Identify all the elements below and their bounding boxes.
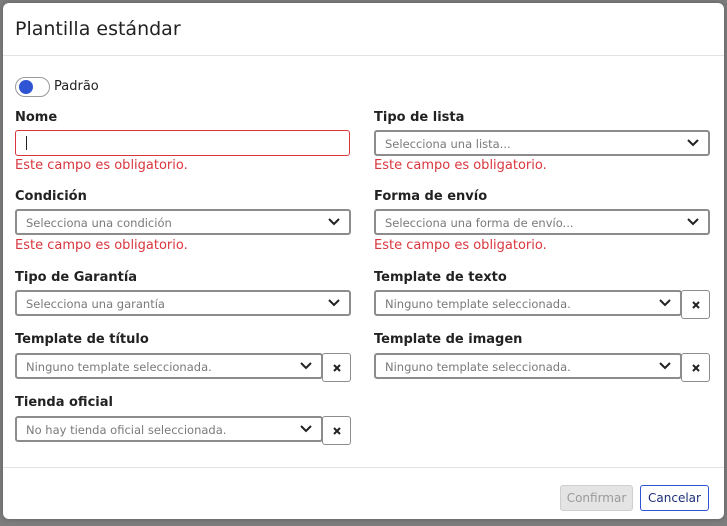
title-template-clear-button[interactable]: [322, 353, 351, 382]
image-template-label: Template de imagen: [374, 332, 523, 347]
title-template-select[interactable]: Ninguno template seleccionada.: [15, 353, 323, 379]
official-store-select[interactable]: No hay tienda oficial seleccionada.: [15, 416, 323, 442]
condition-error: Este campo es obligatorio.: [15, 238, 188, 253]
shipping-placeholder: Selecciona una forma de envío...: [385, 216, 574, 230]
confirm-button[interactable]: Confirmar: [560, 485, 633, 511]
chevron-down-icon: [687, 139, 699, 147]
default-toggle[interactable]: [15, 77, 50, 97]
chevron-down-icon: [328, 299, 340, 307]
image-template-select[interactable]: Ninguno template seleccionada.: [374, 353, 682, 379]
name-label: Nome: [15, 110, 58, 125]
text-template-clear-button[interactable]: [681, 290, 710, 319]
name-input[interactable]: [15, 130, 350, 156]
official-store-label: Tienda oficial: [15, 395, 113, 410]
text-template-label: Template de texto: [374, 270, 507, 285]
condition-label: Condición: [15, 189, 87, 204]
name-error: Este campo es obligatorio.: [15, 158, 188, 173]
list-type-select[interactable]: Selecciona una lista...: [374, 130, 710, 156]
shipping-error: Este campo es obligatorio.: [374, 238, 547, 253]
condition-placeholder: Selecciona una condición: [26, 216, 172, 230]
condition-select[interactable]: Selecciona una condición: [15, 209, 351, 235]
image-template-clear-button[interactable]: [681, 353, 710, 382]
chevron-down-icon: [300, 425, 312, 433]
image-template-placeholder: Ninguno template seleccionada.: [385, 360, 571, 374]
shipping-label: Forma de envío: [374, 189, 488, 204]
shipping-select[interactable]: Selecciona una forma de envío...: [374, 209, 710, 235]
modal-header: Plantilla estándar: [3, 3, 724, 56]
chevron-down-icon: [300, 362, 312, 370]
toggle-label: Padrão: [54, 79, 99, 94]
modal-footer: Confirmar Cancelar: [3, 467, 724, 520]
close-icon: [333, 364, 341, 372]
official-store-placeholder: No hay tienda oficial seleccionada.: [26, 423, 227, 437]
close-icon: [692, 301, 700, 309]
official-store-clear-button[interactable]: [322, 416, 351, 445]
list-type-error: Este campo es obligatorio.: [374, 158, 547, 173]
chevron-down-icon: [659, 299, 671, 307]
text-cursor: [26, 136, 27, 150]
list-type-placeholder: Selecciona una lista...: [385, 137, 511, 151]
warranty-select[interactable]: Selecciona una garantía: [15, 290, 351, 316]
warranty-label: Tipo de Garantía: [15, 270, 138, 285]
template-modal: Plantilla estándar Padrão Nome Este camp…: [3, 3, 724, 519]
close-icon: [692, 364, 700, 372]
text-template-placeholder: Ninguno template seleccionada.: [385, 297, 571, 311]
cancel-button[interactable]: Cancelar: [640, 485, 709, 511]
text-template-select[interactable]: Ninguno template seleccionada.: [374, 290, 682, 316]
modal-title: Plantilla estándar: [15, 18, 181, 40]
chevron-down-icon: [659, 362, 671, 370]
close-icon: [333, 427, 341, 435]
list-type-label: Tipo de lista: [374, 110, 465, 125]
chevron-down-icon: [687, 218, 699, 226]
toggle-knob: [19, 80, 33, 94]
title-template-label: Template de título: [15, 332, 149, 347]
chevron-down-icon: [328, 218, 340, 226]
warranty-placeholder: Selecciona una garantía: [26, 297, 165, 311]
title-template-placeholder: Ninguno template seleccionada.: [26, 360, 212, 374]
